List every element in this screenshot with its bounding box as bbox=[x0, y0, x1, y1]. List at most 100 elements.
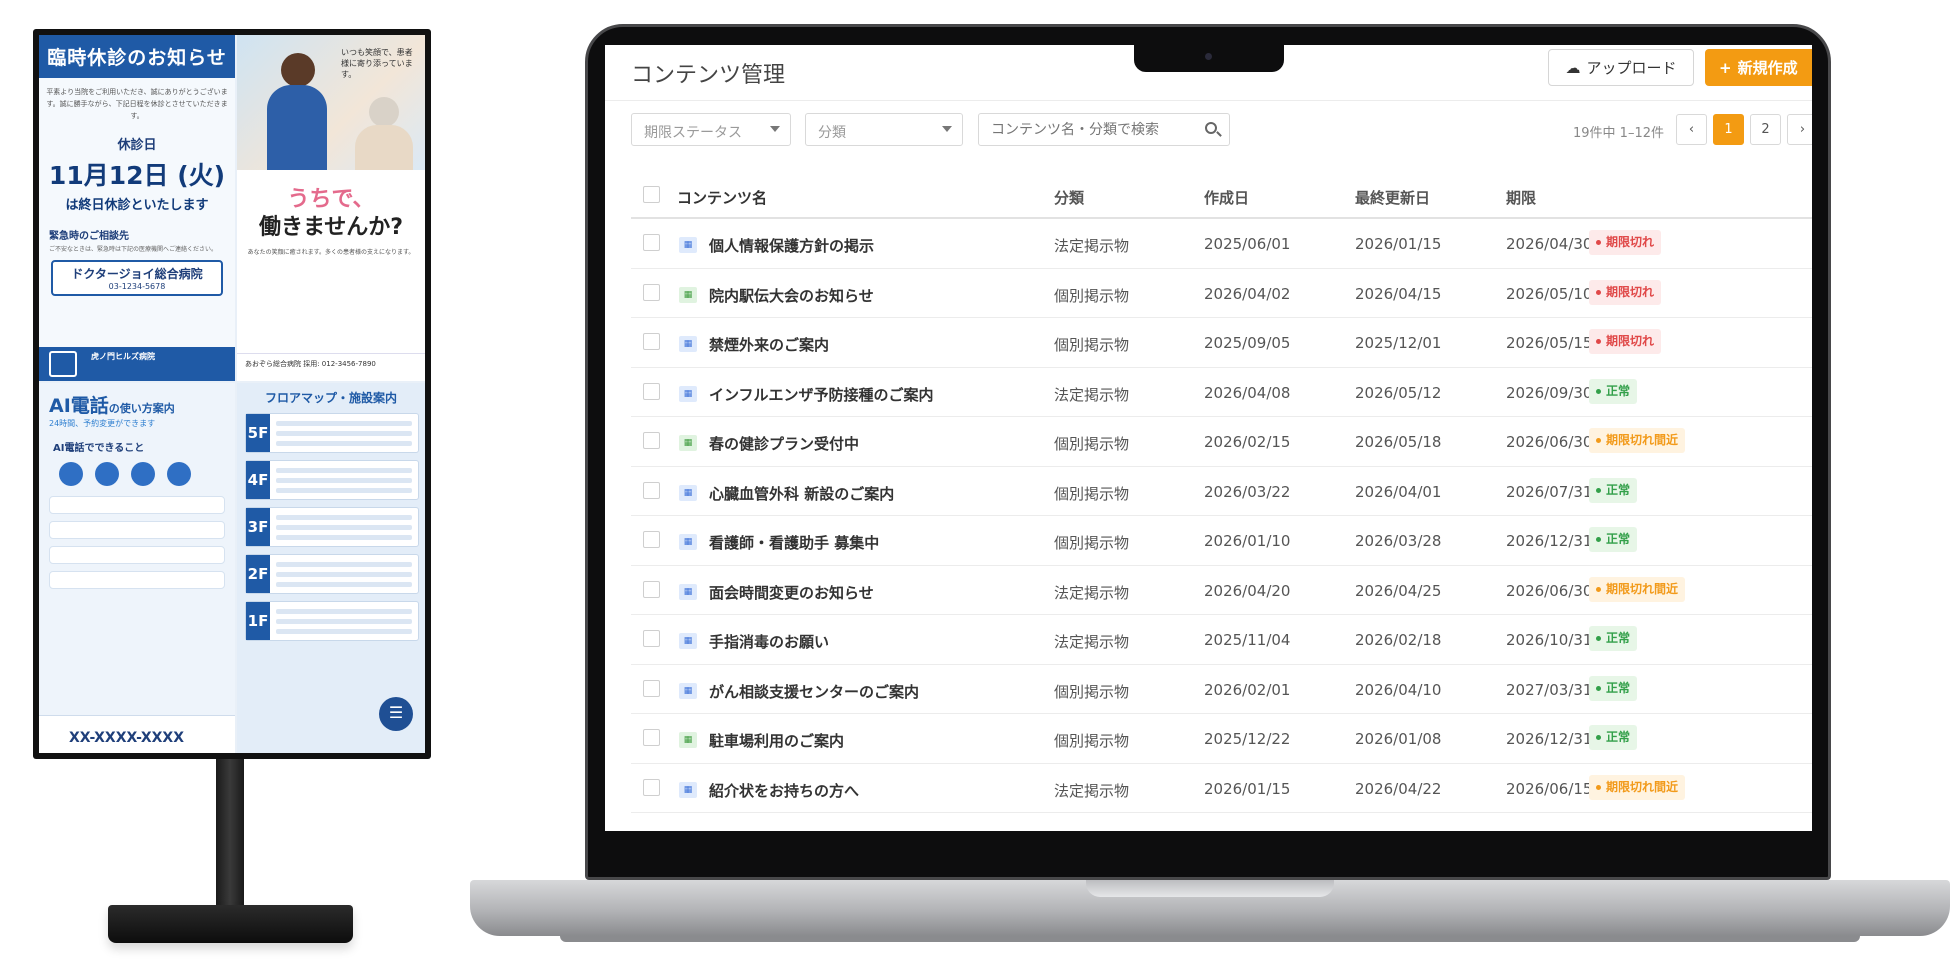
recruit-panel: いつも笑顔で、患者様に寄り添っています。 うちで、 働きませんか? あなたの笑顔… bbox=[237, 35, 425, 381]
content-name[interactable]: 個人情報保護方針の掲示 bbox=[709, 235, 874, 256]
row-checkbox[interactable] bbox=[643, 531, 660, 548]
cloud-upload-icon: ☁ bbox=[1565, 58, 1581, 77]
content-name[interactable]: インフルエンザ予防接種のご案内 bbox=[709, 384, 934, 405]
updated-date: 2025/12/01 bbox=[1355, 334, 1442, 352]
category-filter-select[interactable]: 分類 bbox=[805, 113, 963, 146]
content-name[interactable]: 禁煙外来のご案内 bbox=[709, 334, 829, 355]
content-type-icon: ▦ bbox=[679, 385, 697, 402]
table-row[interactable]: ▦ 禁煙外来のご案内 個別掲示物 2025/09/05 2025/12/01 2026/0… bbox=[631, 318, 1812, 368]
new-content-button[interactable]: + 新規作成 bbox=[1705, 49, 1812, 86]
created-date: 2026/04/20 bbox=[1204, 581, 1291, 600]
table-header: コンテンツ名 分類 作成日 最終更新日 期限 bbox=[631, 171, 1812, 219]
emergency-text: ご不安なときは、緊急時は下記の医療機関へご連絡ください。 bbox=[49, 246, 218, 253]
recruit-title-line2: 働きませんか? bbox=[258, 215, 404, 240]
table-row[interactable]: ▦ 院内駅伝大会のお知らせ 個別掲示物 2026/04/02 2026/04/15 202… bbox=[631, 269, 1812, 318]
row-checkbox[interactable] bbox=[643, 679, 660, 697]
closure-day-label: 休診日 bbox=[117, 138, 157, 153]
row-checkbox[interactable] bbox=[643, 432, 660, 449]
result-count: 19件中 1–12件 bbox=[1573, 126, 1664, 141]
content-name[interactable]: がん相談支援センターのご案内 bbox=[709, 681, 919, 702]
signage-screen: 臨時休診のお知らせ 平素より当院をご利用いただき、誠にありがとうございます。誠に… bbox=[39, 35, 425, 753]
content-name[interactable]: 面会時間変更のお知らせ bbox=[709, 582, 874, 603]
table-row[interactable]: ▦ がん相談支援センターのご案内 個別掲示物 2026/02/01 2026/04/10… bbox=[631, 665, 1812, 714]
select-all-checkbox[interactable] bbox=[643, 186, 660, 203]
created-date: 2026/01/10 bbox=[1204, 532, 1291, 550]
table-row[interactable]: ▦ 個人情報保護方針の掲示 法定掲示物 2025/06/01 2026/01/15 202… bbox=[631, 219, 1812, 269]
updated-date: 2026/01/15 bbox=[1355, 235, 1442, 253]
content-name[interactable]: 駐車場利用のご案内 bbox=[709, 730, 844, 751]
expiry-date: 2026/05/15 bbox=[1506, 334, 1593, 352]
row-checkbox[interactable] bbox=[643, 630, 660, 647]
laptop-foot bbox=[560, 936, 1860, 942]
row-checkbox[interactable] bbox=[643, 382, 660, 400]
table-row[interactable]: ▦ 看護師・看護助手 募集中 個別掲示物 2026/01/10 2026/03/28 20… bbox=[631, 516, 1812, 566]
status-filter-label: 期限ステータス bbox=[644, 125, 742, 141]
table-row[interactable]: ▦ 駐車場利用のご案内 個別掲示物 2025/12/22 2026/01/08 2026/… bbox=[631, 714, 1812, 764]
row-checkbox[interactable] bbox=[643, 481, 660, 499]
category-filter-label: 分類 bbox=[818, 125, 846, 141]
content-type-icon: ▦ bbox=[679, 237, 697, 253]
page-button-1[interactable]: 1 bbox=[1713, 114, 1744, 145]
row-checkbox[interactable] bbox=[643, 729, 660, 746]
updated-date: 2026/04/15 bbox=[1355, 284, 1442, 303]
table-body: ▦ 個人情報保護方針の掲示 法定掲示物 2025/06/01 2026/01/15 202… bbox=[631, 219, 1812, 813]
floor-number: 2F bbox=[246, 555, 270, 593]
column-header-updated: 最終更新日 bbox=[1355, 189, 1431, 207]
created-date: 2025/09/05 bbox=[1204, 334, 1291, 352]
table-row[interactable]: ▦ 紹介状をお持ちの方へ 法定掲示物 2026/01/15 2026/04/22 2026… bbox=[631, 764, 1812, 813]
chevron-down-icon bbox=[770, 126, 780, 132]
created-date: 2026/03/22 bbox=[1204, 482, 1291, 501]
content-name[interactable]: 心臓血管外科 新設のご案内 bbox=[709, 483, 894, 504]
content-name[interactable]: 紹介状をお持ちの方へ bbox=[709, 780, 859, 801]
status-filter-select[interactable]: 期限ステータス bbox=[631, 113, 791, 146]
closure-notice-body: 平素より当院をご利用いただき、誠にありがとうございます。誠に勝手ながら、下記日程… bbox=[46, 88, 228, 120]
laptop-screen: コンテンツ管理 ☁ アップロード + 新規作成 期限ステータス 分類 19件中 … bbox=[605, 45, 1812, 831]
updated-date: 2026/04/01 bbox=[1355, 482, 1442, 501]
floor-number: 3F bbox=[246, 508, 270, 546]
laptop-base bbox=[470, 880, 1950, 936]
next-page-button[interactable]: › bbox=[1787, 114, 1812, 145]
emergency-hospital-tel: 03-1234-5678 bbox=[108, 282, 166, 291]
content-name[interactable]: 看護師・看護助手 募集中 bbox=[709, 532, 879, 553]
ai-phone-chat-sample bbox=[49, 496, 225, 589]
content-category: 個別掲示物 bbox=[1054, 286, 1130, 305]
row-checkbox[interactable] bbox=[643, 333, 660, 350]
search-input[interactable] bbox=[978, 113, 1230, 146]
ear-icon bbox=[95, 462, 119, 486]
plus-icon: + bbox=[1719, 58, 1732, 77]
column-header-name: コンテンツ名 bbox=[677, 189, 768, 207]
content-name[interactable]: 院内駅伝大会のお知らせ bbox=[709, 285, 874, 306]
table-row[interactable]: ▦ 春の健診プラン受付中 個別掲示物 2026/02/15 2026/05/18 2026… bbox=[631, 417, 1812, 467]
table-row[interactable]: ▦ 心臓血管外科 新設のご案内 個別掲示物 2026/03/22 2026/04/01 2… bbox=[631, 467, 1812, 516]
floor-row: 2F bbox=[245, 554, 419, 594]
content-name[interactable]: 手指消毒のお願い bbox=[709, 631, 829, 652]
content-name[interactable]: 春の健診プラン受付中 bbox=[709, 433, 859, 454]
floor-number: 1F bbox=[246, 602, 270, 640]
clock-24h-icon bbox=[131, 462, 155, 486]
row-checkbox[interactable] bbox=[643, 580, 660, 598]
recruit-footer: あおぞら総合病院 採用: 012-3456-7890 bbox=[237, 353, 425, 381]
table-row[interactable]: ▦ 面会時間変更のお知らせ 法定掲示物 2026/04/20 2026/04/25 202… bbox=[631, 566, 1812, 615]
prev-page-button[interactable]: ‹ bbox=[1676, 114, 1707, 145]
menu-icon: ☰ bbox=[379, 697, 413, 731]
row-checkbox[interactable] bbox=[643, 778, 660, 796]
row-checkbox[interactable] bbox=[643, 283, 660, 301]
status-badge: 期限切れ bbox=[1589, 230, 1662, 255]
updated-date: 2026/01/08 bbox=[1355, 730, 1442, 748]
upload-button[interactable]: ☁ アップロード bbox=[1548, 49, 1694, 86]
row-checkbox[interactable] bbox=[643, 234, 660, 251]
table-row[interactable]: ▦ インフルエンザ予防接種のご案内 法定掲示物 2026/04/08 2026/05/1… bbox=[631, 368, 1812, 417]
updated-date: 2026/04/25 bbox=[1355, 581, 1442, 600]
table-row[interactable]: ▦ 手指消毒のお願い 法定掲示物 2025/11/04 2026/02/18 2026/1… bbox=[631, 615, 1812, 665]
search-icon[interactable] bbox=[1205, 122, 1217, 134]
column-header-created: 作成日 bbox=[1204, 189, 1250, 207]
content-category: 個別掲示物 bbox=[1054, 435, 1130, 453]
updated-date: 2026/02/18 bbox=[1355, 631, 1442, 649]
floor-row: 5F bbox=[245, 413, 419, 453]
page-button-2[interactable]: 2 bbox=[1750, 114, 1781, 145]
ai-phone-title: AI電話の使い方案内 bbox=[49, 391, 235, 418]
content-category: 個別掲示物 bbox=[1054, 336, 1130, 354]
created-date: 2025/12/22 bbox=[1204, 730, 1291, 748]
floor-number: 5F bbox=[246, 414, 270, 452]
chevron-left-icon: ‹ bbox=[1688, 122, 1695, 137]
